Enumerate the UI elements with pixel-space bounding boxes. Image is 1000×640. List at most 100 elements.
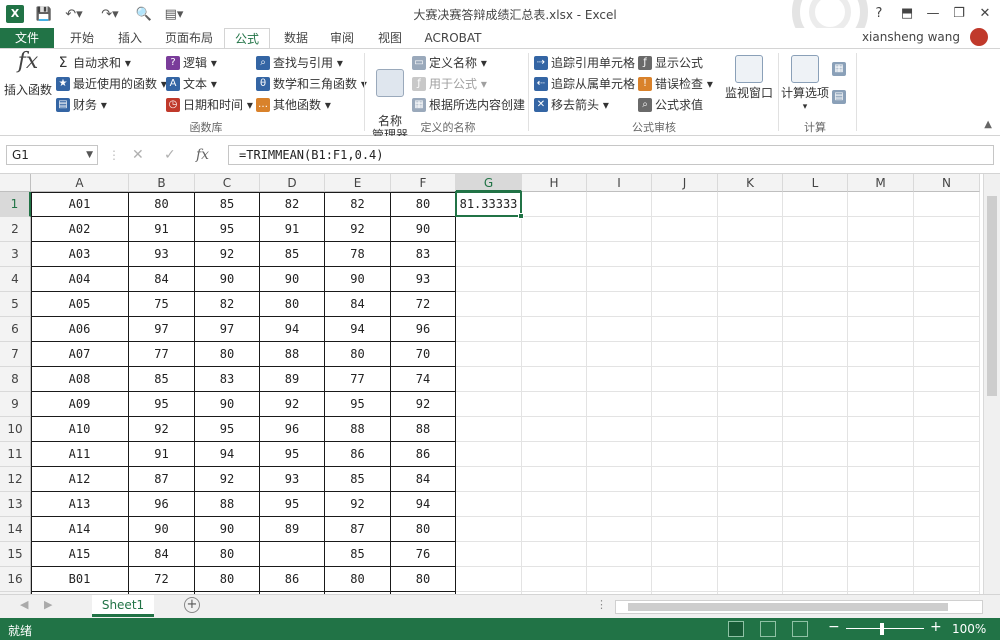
cell-b1[interactable]: 80 [129, 192, 195, 217]
cell-h12[interactable] [522, 467, 587, 492]
cell-i14[interactable] [587, 517, 652, 542]
cell-e14[interactable]: 87 [325, 517, 391, 542]
cell-i10[interactable] [587, 417, 652, 442]
cell-f9[interactable]: 92 [391, 392, 456, 417]
column-header-j[interactable]: J [652, 174, 718, 192]
define-name-button[interactable]: ▭ 定义名称 ▾ [412, 53, 487, 73]
cell-a9[interactable]: A09 [31, 392, 129, 417]
cell-e2[interactable]: 92 [325, 217, 391, 242]
cell-l3[interactable] [783, 242, 848, 267]
column-header-f[interactable]: F [391, 174, 456, 192]
cell-h5[interactable] [522, 292, 587, 317]
cell-e13[interactable]: 92 [325, 492, 391, 517]
calculate-sheet-icon[interactable]: ▤ [832, 87, 849, 107]
cell-b8[interactable]: 85 [129, 367, 195, 392]
trace-precedents-button[interactable]: ⇢ 追踪引用单元格 [534, 53, 635, 73]
cell-a11[interactable]: A11 [31, 442, 129, 467]
column-header-g[interactable]: G [456, 174, 522, 192]
cell-i1[interactable] [587, 192, 652, 217]
cell-d4[interactable]: 90 [260, 267, 325, 292]
column-header-m[interactable]: M [848, 174, 914, 192]
cell-i13[interactable] [587, 492, 652, 517]
cell-e1[interactable]: 82 [325, 192, 391, 217]
next-sheet-icon[interactable]: ▶ [44, 598, 52, 611]
tab-page-layout[interactable]: 页面布局 [158, 28, 220, 48]
cell-c9[interactable]: 90 [195, 392, 260, 417]
column-header-c[interactable]: C [195, 174, 260, 192]
cell-b15[interactable]: 84 [129, 542, 195, 567]
cell-f10[interactable]: 88 [391, 417, 456, 442]
cell-l11[interactable] [783, 442, 848, 467]
cell-k4[interactable] [718, 267, 783, 292]
show-formulas-button[interactable]: ƒ 显示公式 [638, 53, 703, 73]
cell-h6[interactable] [522, 317, 587, 342]
select-all-corner[interactable] [0, 174, 31, 192]
logical-button[interactable]: ? 逻辑 ▾ [166, 53, 217, 73]
customize-quick-access-icon[interactable]: ▤▾ [160, 4, 188, 24]
trace-dependents-button[interactable]: ⇠ 追踪从属单元格 [534, 74, 635, 94]
cell-k16[interactable] [718, 567, 783, 592]
cell-b11[interactable]: 91 [129, 442, 195, 467]
cell-e7[interactable]: 80 [325, 342, 391, 367]
cell-j6[interactable] [652, 317, 718, 342]
cell-n2[interactable] [914, 217, 980, 242]
watch-window-button[interactable]: 监视窗口 [722, 55, 776, 100]
column-header-d[interactable]: D [260, 174, 325, 192]
remove-arrows-button[interactable]: ✕ 移去箭头 ▾ [534, 95, 609, 115]
cell-h15[interactable] [522, 542, 587, 567]
cell-k15[interactable] [718, 542, 783, 567]
cell-a5[interactable]: A05 [31, 292, 129, 317]
cell-d9[interactable]: 92 [260, 392, 325, 417]
cell-h11[interactable] [522, 442, 587, 467]
cell-e3[interactable]: 78 [325, 242, 391, 267]
page-break-view-icon[interactable] [792, 621, 808, 637]
row-header[interactable]: 11 [0, 442, 31, 467]
zoom-out-icon[interactable]: − [828, 619, 840, 635]
cell-d3[interactable]: 85 [260, 242, 325, 267]
cell-i8[interactable] [587, 367, 652, 392]
cell-i15[interactable] [587, 542, 652, 567]
column-header-l[interactable]: L [783, 174, 848, 192]
cell-f5[interactable]: 72 [391, 292, 456, 317]
insert-function-button[interactable]: fx 插入函数 [4, 51, 52, 98]
cell-j1[interactable] [652, 192, 718, 217]
cell-d11[interactable]: 95 [260, 442, 325, 467]
cell-l14[interactable] [783, 517, 848, 542]
cell-h16[interactable] [522, 567, 587, 592]
cell-a6[interactable]: A06 [31, 317, 129, 342]
cell-a10[interactable]: A10 [31, 417, 129, 442]
vertical-scrollbar[interactable] [983, 174, 1000, 594]
redo-icon[interactable]: ↷▾ [96, 4, 124, 24]
cell-c16[interactable]: 80 [195, 567, 260, 592]
cell-h3[interactable] [522, 242, 587, 267]
cell-d8[interactable]: 89 [260, 367, 325, 392]
cell-d6[interactable]: 94 [260, 317, 325, 342]
tab-home[interactable]: 开始 [60, 28, 104, 48]
row-header[interactable]: 14 [0, 517, 31, 542]
cell-k2[interactable] [718, 217, 783, 242]
cell-c1[interactable]: 85 [195, 192, 260, 217]
cell-k13[interactable] [718, 492, 783, 517]
row-header[interactable]: 5 [0, 292, 31, 317]
cell-a7[interactable]: A07 [31, 342, 129, 367]
cell-c12[interactable]: 92 [195, 467, 260, 492]
cell-d1[interactable]: 82 [260, 192, 325, 217]
cell-d5[interactable]: 80 [260, 292, 325, 317]
cell-c8[interactable]: 83 [195, 367, 260, 392]
cell-g13[interactable] [456, 492, 522, 517]
cell-d10[interactable]: 96 [260, 417, 325, 442]
row-header[interactable]: 2 [0, 217, 31, 242]
cell-j4[interactable] [652, 267, 718, 292]
row-header[interactable]: 15 [0, 542, 31, 567]
cell-e10[interactable]: 88 [325, 417, 391, 442]
cell-b3[interactable]: 93 [129, 242, 195, 267]
cell-m7[interactable] [848, 342, 914, 367]
name-box[interactable]: G1 ▼ [6, 145, 98, 165]
tab-insert[interactable]: 插入 [108, 28, 152, 48]
cell-m14[interactable] [848, 517, 914, 542]
cell-m1[interactable] [848, 192, 914, 217]
cell-b6[interactable]: 97 [129, 317, 195, 342]
cell-h13[interactable] [522, 492, 587, 517]
cell-l7[interactable] [783, 342, 848, 367]
zoom-level[interactable]: 100% [952, 622, 986, 636]
